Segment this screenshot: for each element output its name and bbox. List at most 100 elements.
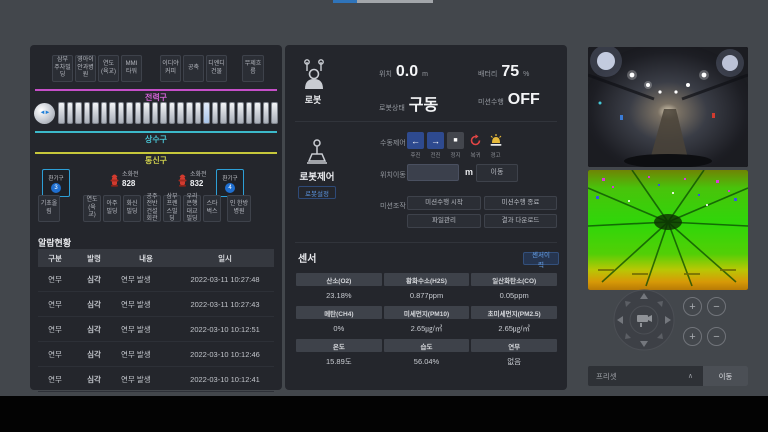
alarm-title: 알람현황 <box>38 236 71 249</box>
location-button[interactable]: 영아이 안과병원 <box>75 55 96 82</box>
file-manage-button[interactable]: 파일관리 <box>407 214 481 228</box>
alarm-type: 연무 <box>38 342 72 367</box>
alarm-time: 2022-03-11 10:27:48 <box>176 267 274 292</box>
sensor-group: 메탄(CH4) 미세먼지(PM10) 초미세먼지(PM2.5) 0% 2.65㎍… <box>296 306 557 338</box>
location-button[interactable]: 공축 <box>183 55 204 82</box>
bottom-black-bar <box>0 396 768 432</box>
sensor-value: 0.877ppm <box>384 286 470 305</box>
sensor-group: 산소(O2) 황화수소(H2S) 일산화탄소(CO) 23.18% 0.877p… <box>296 273 557 305</box>
location-button[interactable]: 삼부 프렌스빌딩 <box>163 195 181 222</box>
preset-label: 프리셋 <box>596 371 617 382</box>
focus-out-button[interactable]: − <box>707 327 726 346</box>
track-segment-active <box>203 102 210 124</box>
stat-value: 75 <box>501 63 519 81</box>
alarm-level: 심각 <box>72 267 116 292</box>
hydrant-number: 828 <box>122 179 139 189</box>
forward-button[interactable]: → <box>427 132 444 149</box>
warning-button[interactable] <box>487 132 504 149</box>
location-button[interactable]: 아주빌딩 <box>103 195 121 222</box>
vent-label: 환기구 <box>48 174 63 182</box>
location-button[interactable]: 디엔디 건물 <box>206 55 227 82</box>
comm-conduit-label: 통신구 <box>30 155 282 166</box>
sensor-value: 2.65㎍/㎥ <box>471 319 557 338</box>
left-arrow-icon: ← <box>411 136 420 146</box>
sensor-header: 초미세먼지(PM2.5) <box>471 306 557 319</box>
location-button[interactable]: 연도 (육교) <box>83 195 101 222</box>
hydrant-number: 832 <box>190 179 207 189</box>
position-move-input[interactable] <box>407 164 459 181</box>
preset-bar: 프리셋 ∧ 이동 <box>588 366 748 386</box>
return-button[interactable] <box>467 132 484 149</box>
location-button[interactable]: 기초올림 <box>38 195 60 222</box>
hydrant-marker: 소화전 828 <box>110 172 139 189</box>
stat-position: 위치 0.0 m <box>379 63 428 81</box>
location-button[interactable]: 삼부 주차빌딩 <box>52 55 73 82</box>
stop-button[interactable]: ■ <box>447 132 464 149</box>
location-button[interactable]: 무제흐름 <box>242 55 264 82</box>
sensor-value: 56.04% <box>384 352 470 371</box>
position-move-button[interactable]: 이동 <box>476 164 518 182</box>
location-button[interactable]: 인 한방병원 <box>227 195 251 222</box>
divider <box>295 121 557 122</box>
location-button[interactable]: 연도 (육교) <box>98 55 119 82</box>
focus-in-button[interactable]: + <box>683 327 702 346</box>
sensor-value: 2.65㎍/㎥ <box>384 319 470 338</box>
robot-position-track: ◄► <box>34 102 278 124</box>
location-button[interactable]: 우리은행 대교빌딩 <box>183 195 201 222</box>
location-button[interactable]: 이디야 커피 <box>160 55 181 82</box>
stat-value: 구동 <box>409 91 438 115</box>
robot-position-marker-icon: ◄► <box>34 103 55 124</box>
location-button[interactable]: 화신빌딩 <box>123 195 141 222</box>
mission-start-button[interactable]: 미션수행 시작 <box>407 196 481 210</box>
backward-button[interactable]: ← <box>407 132 424 149</box>
alarm-col-header: 내용 <box>116 249 176 267</box>
alarm-time: 2022-03-10 10:12:51 <box>176 317 274 342</box>
alarm-row: 연무 심각 연무 발생 2022-03-10 10:12:41 <box>38 367 274 392</box>
alarm-row: 연무 심각 연무 발생 2022-03-11 10:27:48 <box>38 267 274 292</box>
button-caption: 전진 <box>427 151 444 159</box>
alarm-time: 2022-03-10 10:12:46 <box>176 342 274 367</box>
location-button[interactable]: MMI타워 <box>121 55 142 82</box>
alarm-level: 심각 <box>72 367 116 392</box>
alarm-type: 연무 <box>38 367 72 392</box>
robot-icon <box>300 59 328 91</box>
alarm-col-header: 발령 <box>72 249 116 267</box>
alarm-row: 연무 심각 연무 발생 2022-03-11 10:27:43 <box>38 292 274 317</box>
robot-settings-button[interactable]: 로봇설정 <box>298 186 336 199</box>
water-conduit-line <box>35 131 277 133</box>
right-arrow-icon: → <box>431 136 440 146</box>
sensor-header: 황화수소(H2S) <box>384 273 470 286</box>
alarm-level: 심각 <box>72 317 116 342</box>
hydrant-label: 소화전 <box>122 172 139 179</box>
location-button[interactable]: 공주전반 건설회관 <box>143 195 161 222</box>
sensor-header: 미세먼지(PM10) <box>384 306 470 319</box>
button-caption: 복귀 <box>467 151 484 159</box>
location-button[interactable]: 스타벅스 <box>203 195 221 222</box>
robot-control-title: 로봇제어 <box>287 169 347 183</box>
zoom-in-button[interactable]: + <box>683 297 702 316</box>
comm-conduit-line <box>35 152 277 154</box>
sensor-history-button[interactable]: 센서이력 <box>523 252 559 265</box>
button-caption: 경고 <box>487 151 504 159</box>
vent-marker: 환기구 4 <box>216 169 244 197</box>
result-download-button[interactable]: 결과 다운로드 <box>484 214 557 228</box>
sensor-value: 0% <box>296 319 382 338</box>
mission-label: 미션조작 <box>380 201 406 211</box>
stat-label: 배터리 <box>478 69 497 79</box>
meter-unit-label: m <box>465 167 473 177</box>
sensor-header: 연무 <box>471 339 557 352</box>
alarm-level: 심각 <box>72 342 116 367</box>
stat-unit: m <box>422 71 428 78</box>
sensor-header: 온도 <box>296 339 382 352</box>
preset-move-button[interactable]: 이동 <box>703 366 748 386</box>
stop-icon: ■ <box>453 137 457 144</box>
sensor-header: 산소(O2) <box>296 273 382 286</box>
alarm-row: 연무 심각 연무 발생 2022-03-10 10:12:51 <box>38 317 274 342</box>
vent-number: 4 <box>225 183 235 193</box>
zoom-out-button[interactable]: − <box>707 297 726 316</box>
tunnel-camera-image <box>588 47 748 167</box>
chevron-up-icon[interactable]: ∧ <box>688 372 693 380</box>
vent-label: 환기구 <box>222 174 237 182</box>
mission-end-button[interactable]: 미션수행 종료 <box>484 196 557 210</box>
sensor-value: 없음 <box>471 352 557 371</box>
